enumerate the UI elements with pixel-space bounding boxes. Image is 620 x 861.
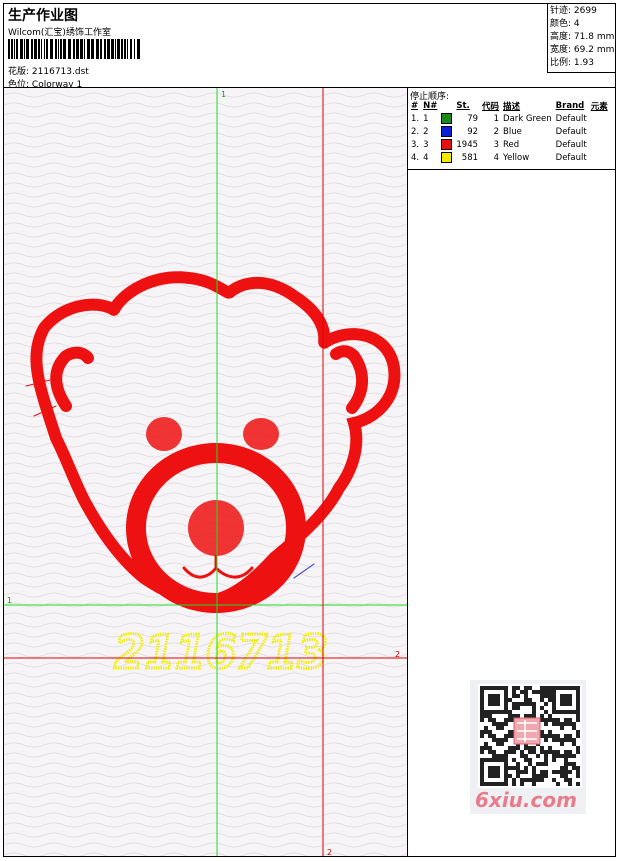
- col-brand: Brand: [555, 101, 585, 111]
- table-row[interactable]: 1. 1 79 1 Dark Green Default: [409, 112, 610, 125]
- col-index: #: [411, 101, 419, 111]
- col-swatch: [439, 100, 454, 112]
- stop-sequence-table: # N# St. 代码 描述 Brand 元素 1. 1 79 1 Dark G…: [409, 100, 610, 164]
- stat-colors: 颜色: 4: [550, 19, 580, 29]
- page-title: 生产作业图: [8, 8, 78, 24]
- studio-name: Wilcom(汇宝)绣饰工作室: [8, 28, 111, 38]
- col-stitches: St.: [456, 101, 470, 111]
- embroidery-text: 2116713: [114, 625, 328, 679]
- barcode: [8, 39, 140, 59]
- stop-sequence-panel: 停止顺序: # N# St. 代码 描述 Brand 元素 1. 1 79 1 …: [408, 88, 615, 170]
- table-row[interactable]: 3. 3 1945 3 Red Default: [409, 138, 610, 151]
- col-description: 描述: [503, 102, 521, 112]
- stat-width: 宽度: 69.2 mm: [550, 45, 615, 55]
- table-row[interactable]: 4. 4 581 4 Yellow Default: [409, 151, 610, 164]
- design-label: 花版:: [8, 67, 30, 77]
- design-value: 2116713.dst: [31, 67, 89, 77]
- watermark: 6xiu.com: [470, 680, 586, 814]
- guide-label-red-h: 2: [395, 650, 400, 659]
- bear-right-eye: [243, 418, 279, 450]
- color-swatch: [441, 152, 453, 163]
- design-info: 花版: 2116713.dst: [8, 64, 89, 77]
- color-swatch: [441, 113, 453, 124]
- color-swatch: [441, 139, 453, 150]
- stat-scale: 比例: 1.93: [550, 58, 594, 68]
- design-canvas[interactable]: 2116713 1 1 2 2: [4, 88, 408, 856]
- color-swatch: [441, 126, 453, 137]
- stats-panel: 针迹: 2699 颜色: 4 高度: 71.8 mm 宽度: 69.2 mm 比…: [547, 4, 615, 73]
- header: 生产作业图 Wilcom(汇宝)绣饰工作室 花版: 2116713.dst 色位…: [4, 4, 615, 90]
- col-code: 代码: [482, 102, 500, 112]
- table-header-row: # N# St. 代码 描述 Brand 元素: [409, 100, 610, 112]
- design-svg: 2116713 1 1 2 2: [4, 88, 407, 856]
- table-row[interactable]: 2. 2 92 2 Blue Default: [409, 125, 610, 138]
- bear-nose: [188, 500, 244, 556]
- col-number: N#: [423, 101, 438, 111]
- guide-label-green-v: 1: [221, 90, 226, 99]
- watermark-text: 6xiu.com: [475, 788, 577, 812]
- stat-height: 高度: 71.8 mm: [550, 32, 615, 42]
- stat-stitches: 针迹: 2699: [550, 6, 597, 16]
- guide-label-green-h: 1: [7, 596, 12, 605]
- col-element: 元素: [590, 102, 608, 112]
- bear-left-eye: [146, 417, 182, 451]
- guide-label-red-v: 2: [327, 848, 332, 856]
